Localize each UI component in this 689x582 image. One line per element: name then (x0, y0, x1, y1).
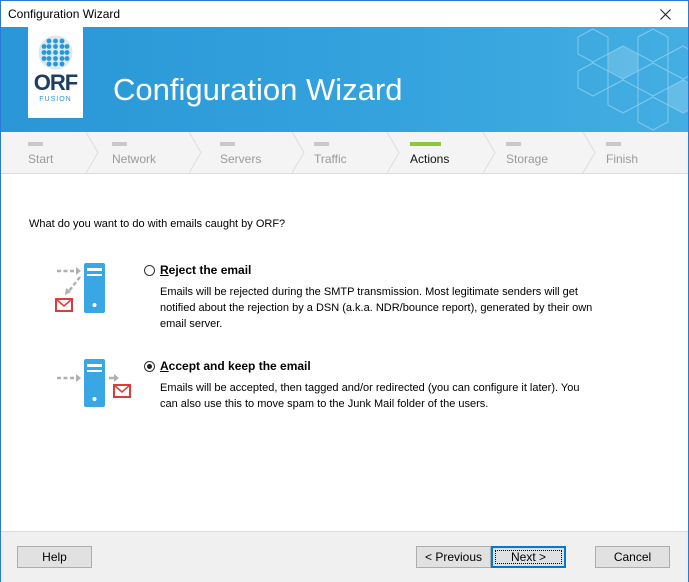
reject-option-description: Emails will be rejected during the SMTP … (160, 286, 593, 330)
step-indicator (314, 142, 329, 146)
step-indicator (112, 142, 127, 146)
step-label: Start (28, 152, 54, 166)
window-title: Configuration Wizard (8, 7, 121, 21)
step-separator-icon (85, 132, 99, 173)
previous-button[interactable]: < Previous (416, 546, 491, 568)
close-button[interactable] (642, 1, 688, 27)
step-label: Servers (220, 152, 262, 166)
accept-option-description: Emails will be accepted, then tagged and… (160, 382, 580, 410)
step-label: Actions (410, 152, 450, 166)
wizard-window: Configuration Wizard ORF FUSION Configur… (0, 0, 689, 582)
server-reject-icon (55, 263, 105, 313)
step-label: Network (112, 152, 157, 166)
step-label: Storage (506, 152, 549, 166)
step-separator-icon (386, 132, 400, 173)
title-bar: Configuration Wizard (1, 1, 688, 27)
logo-text: ORF (33, 70, 78, 95)
step-indicator (506, 142, 521, 146)
cancel-button[interactable]: Cancel (595, 546, 670, 568)
next-button[interactable]: Next > (491, 546, 566, 568)
wizard-banner: ORF FUSION Configuration Wizard (1, 27, 688, 132)
logo-subtext: FUSION (39, 96, 72, 103)
step-separator-icon (482, 132, 496, 173)
hexagon-pattern-icon (577, 28, 688, 131)
accept-radio[interactable] (144, 361, 155, 372)
question-text: What do you want to do with emails caugh… (29, 218, 286, 230)
wizard-steps: Start Network Servers Traffic Actions St… (1, 132, 688, 174)
step-separator-icon (582, 132, 596, 173)
reject-option-title[interactable]: Reject the email (160, 263, 251, 277)
reject-radio[interactable] (144, 265, 155, 276)
orf-dots-icon (38, 35, 73, 70)
server-accept-icon (57, 359, 131, 407)
button-bar: Help < Previous Next > Cancel (1, 531, 688, 582)
banner-heading: Configuration Wizard (113, 72, 403, 107)
step-label: Traffic (314, 152, 347, 166)
orf-logo: ORF FUSION (28, 27, 83, 118)
step-separator-icon (291, 132, 305, 173)
close-icon (659, 8, 671, 20)
step-separator-icon (188, 132, 202, 173)
step-indicator (220, 142, 235, 146)
accept-option-title[interactable]: Accept and keep the email (160, 359, 311, 373)
help-button[interactable]: Help (17, 546, 92, 568)
step-indicator (606, 142, 621, 146)
step-indicator (410, 142, 441, 146)
step-label: Finish (606, 152, 639, 166)
step-indicator (28, 142, 43, 146)
